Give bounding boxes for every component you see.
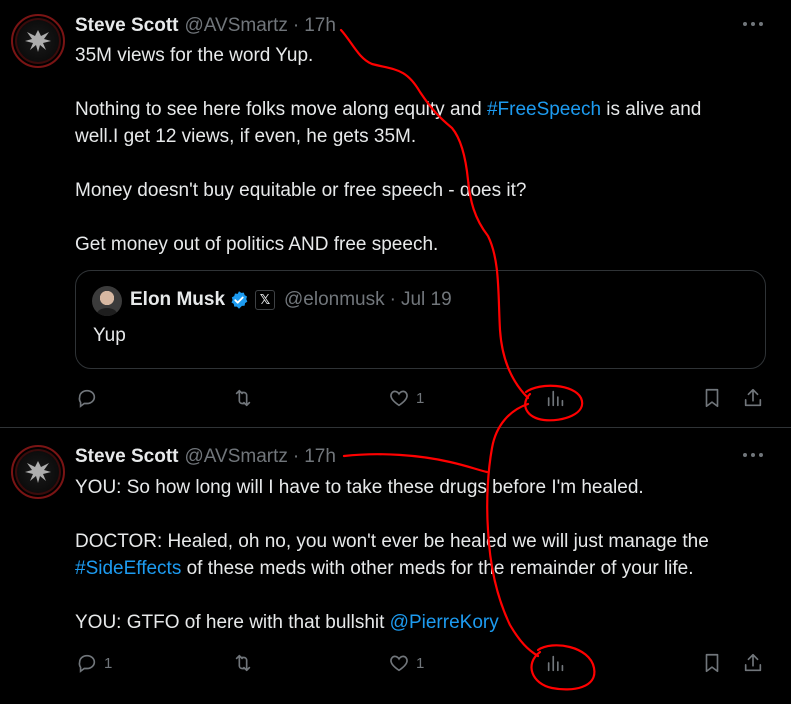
author-handle[interactable]: @AVSmartz [184, 15, 287, 37]
tweet[interactable]: Steve Scott @AVSmartz · 17h 35M views fo… [0, 0, 791, 428]
text-line: 35M views for the word Yup. [75, 45, 314, 66]
more-horizontal-icon [743, 453, 747, 457]
text-line: #SideEffects of these meds with other me… [75, 555, 765, 582]
heart-icon [390, 390, 408, 407]
share-button[interactable] [742, 387, 764, 409]
repost-icon [235, 389, 251, 407]
bookmark-button[interactable] [701, 652, 723, 674]
quoted-tweet[interactable]: Elon Musk 𝕏 @elonmusk · Jul 19 Yup [75, 270, 766, 369]
quoted-author-name[interactable]: Elon Musk [130, 289, 225, 311]
separator: · [292, 446, 300, 467]
repost-icon [235, 654, 251, 672]
text-segment: Nothing to see here folks move along equ… [75, 99, 487, 120]
text-segment: YOU: GTFO of here with that bullshit [75, 612, 390, 633]
hashtag-link[interactable]: #FreeSpeech [487, 99, 601, 120]
action-bar: 1 1 [0, 648, 791, 678]
quoted-author-handle[interactable]: @elonmusk [284, 289, 385, 311]
text-line: DOCTOR: Healed, oh no, you won't ever be… [75, 531, 709, 552]
like-button[interactable]: 1 [388, 387, 424, 409]
separator: · [389, 289, 396, 310]
like-count: 1 [416, 389, 425, 407]
like-count: 1 [416, 654, 425, 672]
bookmark-icon [705, 388, 719, 408]
text-line: well.I get 12 views, if even, he gets 35… [75, 126, 417, 147]
author-name[interactable]: Steve Scott [75, 446, 178, 468]
like-button[interactable]: 1 [388, 652, 424, 674]
repost-button[interactable] [232, 652, 260, 674]
action-bar: 1 [0, 383, 791, 413]
hashtag-link[interactable]: #SideEffects [75, 558, 181, 579]
mention-link[interactable]: @PierreKory [390, 612, 499, 633]
views-button[interactable] [545, 387, 567, 409]
phoenix-logo-icon [25, 30, 51, 52]
more-dot [759, 453, 763, 457]
author-avatar[interactable] [11, 445, 65, 499]
views-button[interactable] [545, 652, 567, 674]
reply-icon [78, 654, 96, 673]
phoenix-logo-icon [25, 461, 51, 483]
bookmark-icon [705, 653, 719, 673]
reply-button[interactable] [76, 387, 104, 409]
text-segment: of these meds with other meds for the re… [181, 558, 694, 579]
more-dot [751, 453, 755, 457]
timestamp[interactable]: 17h [304, 446, 336, 468]
separator: · [292, 15, 300, 36]
share-button[interactable] [742, 652, 764, 674]
tweet-header: Steve Scott @AVSmartz · 17h [75, 14, 336, 38]
share-icon [744, 653, 762, 672]
reply-icon [78, 389, 96, 408]
author-avatar[interactable] [11, 14, 65, 68]
text-line: YOU: So how long will I have to take the… [75, 477, 644, 498]
tweet-text: 35M views for the word Yup. Nothing to s… [75, 42, 765, 258]
heart-icon [390, 655, 408, 672]
more-dot [751, 22, 755, 26]
verified-badge-icon [231, 291, 248, 309]
more-options-button[interactable] [743, 20, 765, 28]
share-icon [744, 388, 762, 407]
x-logo-badge: 𝕏 [255, 290, 276, 310]
text-line: YOU: GTFO of here with that bullshit @Pi… [75, 609, 765, 636]
views-chart-icon [547, 655, 564, 672]
text-line: Get money out of politics AND free speec… [75, 234, 439, 255]
bookmark-button[interactable] [701, 387, 723, 409]
text-line: Money doesn't buy equitable or free spee… [75, 180, 527, 201]
quoted-date[interactable]: Jul 19 [401, 289, 452, 311]
tweet-header: Steve Scott @AVSmartz · 17h [75, 445, 336, 469]
quoted-tweet-text: Yup [93, 325, 126, 346]
more-horizontal-icon [743, 22, 747, 26]
reply-button[interactable]: 1 [76, 652, 112, 674]
author-name[interactable]: Steve Scott [75, 15, 178, 37]
reply-count: 1 [104, 654, 113, 672]
quoted-tweet-header: Elon Musk 𝕏 @elonmusk · Jul 19 [130, 289, 452, 311]
quoted-author-avatar[interactable] [92, 286, 122, 316]
tweet-text: YOU: So how long will I have to take the… [75, 474, 765, 636]
author-handle[interactable]: @AVSmartz [184, 446, 287, 468]
timestamp[interactable]: 17h [304, 15, 336, 37]
text-line: Nothing to see here folks move along equ… [75, 96, 765, 123]
tweet[interactable]: Steve Scott @AVSmartz · 17h YOU: So how … [0, 429, 791, 704]
more-dot [759, 22, 763, 26]
views-chart-icon [547, 390, 564, 407]
more-options-button[interactable] [743, 451, 765, 459]
text-segment: is alive and [601, 99, 702, 120]
repost-button[interactable] [232, 387, 260, 409]
